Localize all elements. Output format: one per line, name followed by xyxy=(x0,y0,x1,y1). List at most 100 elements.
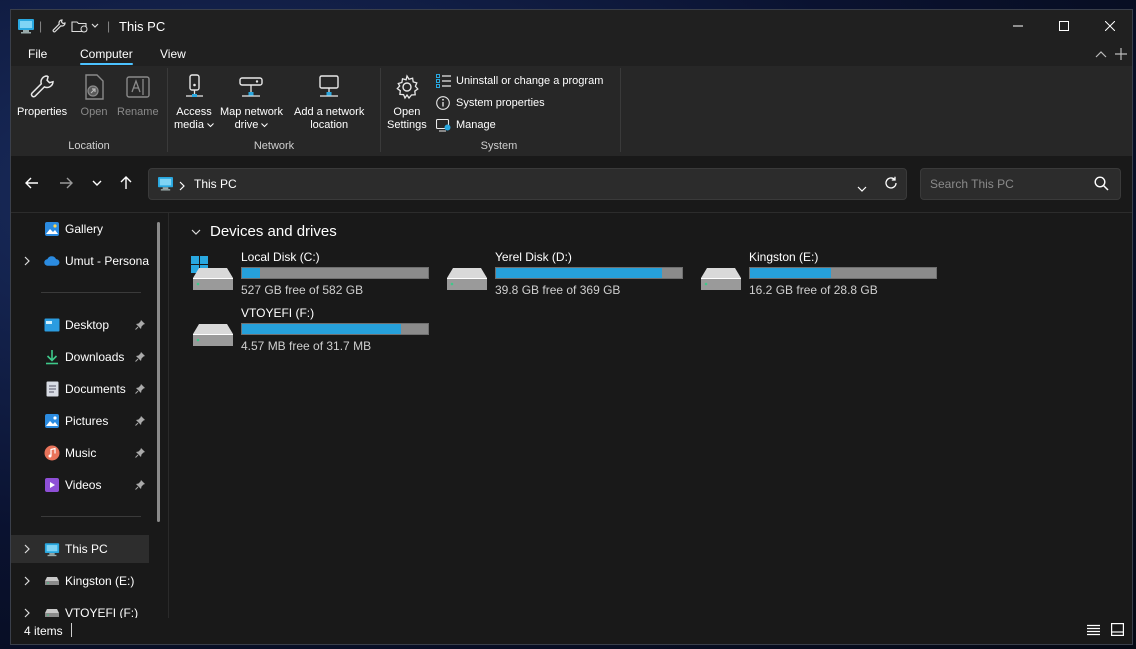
sidebar-item-gallery[interactable]: Gallery xyxy=(11,215,149,243)
map-network-drive-button[interactable]: Map network drive xyxy=(220,72,283,132)
recent-locations-button[interactable] xyxy=(82,168,112,198)
drive-tile[interactable]: Local Disk (C:) 527 GB free of 582 GB xyxy=(191,250,441,298)
chevron-right-icon[interactable] xyxy=(21,256,33,266)
system-properties-label: System properties xyxy=(456,97,545,109)
sidebar-item-music[interactable]: Music xyxy=(11,439,149,467)
search-icon[interactable] xyxy=(1094,176,1109,196)
media-device-icon xyxy=(179,72,209,102)
menu-view[interactable]: View xyxy=(160,42,186,66)
rename-button[interactable]: Rename xyxy=(117,72,159,119)
tiles-view-button[interactable] xyxy=(1111,623,1125,639)
sidebar-item-documents[interactable]: Documents xyxy=(11,375,149,403)
chevron-right-icon[interactable] xyxy=(21,544,33,554)
open-button[interactable]: Open xyxy=(79,72,109,119)
document-icon xyxy=(44,381,60,397)
manage-button[interactable]: Manage xyxy=(435,116,496,134)
search-placeholder: Search This PC xyxy=(930,177,1014,191)
drive-usage-bar xyxy=(241,323,429,335)
sidebar-item-kingston[interactable]: Kingston (E:) xyxy=(11,567,149,595)
sidebar-divider xyxy=(41,516,141,517)
drive-tile[interactable]: Kingston (E:) 16.2 GB free of 28.8 GB xyxy=(699,250,949,298)
up-button[interactable] xyxy=(111,168,141,198)
add-location-label-1: Add a network xyxy=(294,106,365,118)
manage-label: Manage xyxy=(456,119,496,131)
properties-button[interactable]: Properties xyxy=(17,72,67,119)
program-list-icon xyxy=(435,73,451,89)
address-bar[interactable]: This PC xyxy=(148,168,907,200)
help-plus-icon[interactable] xyxy=(1115,42,1127,66)
add-network-location-button[interactable]: Add a network location xyxy=(294,72,364,132)
drive-free-space: 39.8 GB free of 369 GB xyxy=(495,283,621,297)
minimize-icon xyxy=(1013,25,1023,27)
rename-label: Rename xyxy=(117,106,159,118)
close-icon xyxy=(1105,21,1115,31)
minimize-button[interactable] xyxy=(995,10,1041,42)
pin-icon xyxy=(135,448,145,458)
breadcrumb-chevron-icon[interactable] xyxy=(179,178,185,196)
forward-button[interactable] xyxy=(51,168,81,198)
sidebar-item-onedrive[interactable]: Umut - Persona xyxy=(11,247,149,275)
arrow-up-icon xyxy=(120,176,132,189)
sidebar-item-downloads[interactable]: Downloads xyxy=(11,343,149,371)
manage-icon xyxy=(435,117,451,133)
arrow-left-icon xyxy=(25,177,38,189)
drive-usage-fill xyxy=(242,268,260,278)
back-button[interactable] xyxy=(17,168,47,198)
sidebar-item-desktop[interactable]: Desktop xyxy=(11,311,149,339)
chevron-down-icon xyxy=(207,123,214,128)
details-view-button[interactable] xyxy=(1087,624,1100,639)
collapse-ribbon-icon[interactable] xyxy=(1095,42,1107,66)
close-button[interactable] xyxy=(1087,10,1133,42)
open-settings-label-2: Settings xyxy=(387,119,427,131)
refresh-button[interactable] xyxy=(884,176,898,195)
status-separator xyxy=(71,623,72,637)
sidebar-item-label: Umut - Persona xyxy=(65,254,150,268)
address-history-button[interactable] xyxy=(857,179,867,197)
sidebar-item-this-pc[interactable]: This PC xyxy=(11,535,149,563)
sidebar-item-videos[interactable]: Videos xyxy=(11,471,149,499)
uninstall-program-button[interactable]: Uninstall or change a program xyxy=(435,72,603,90)
sidebar-item-label: VTOYEFI (F:) xyxy=(65,606,139,618)
pin-icon xyxy=(135,480,145,490)
search-box[interactable]: Search This PC xyxy=(920,168,1121,200)
navigation-bar: This PC Search This PC xyxy=(11,156,1132,213)
this-pc-icon xyxy=(44,541,60,557)
drive-name: Kingston (E:) xyxy=(749,250,819,264)
customize-qat-icon[interactable] xyxy=(91,10,99,42)
menu-file[interactable]: File xyxy=(28,42,47,66)
arrow-right-icon xyxy=(60,177,73,189)
menu-computer[interactable]: Computer xyxy=(80,42,133,66)
drive-tile[interactable]: VTOYEFI (F:) 4.57 MB free of 31.7 MB xyxy=(191,306,441,354)
ribbon: Properties Open Rename Location Access m… xyxy=(11,66,1132,157)
window-title: This PC xyxy=(119,18,166,34)
system-drive-icon xyxy=(191,256,233,290)
access-media-button[interactable]: Access media xyxy=(174,72,214,132)
system-properties-button[interactable]: System properties xyxy=(435,94,545,112)
access-media-label-2: media xyxy=(174,119,204,131)
usb-drive-icon xyxy=(44,573,60,589)
pin-icon xyxy=(135,384,145,394)
maximize-button[interactable] xyxy=(1041,10,1087,42)
drive-tile[interactable]: Yerel Disk (D:) 39.8 GB free of 369 GB xyxy=(445,250,695,298)
properties-quick-icon[interactable] xyxy=(51,10,67,42)
sidebar-item-pictures[interactable]: Pictures xyxy=(11,407,149,435)
new-folder-quick-icon[interactable] xyxy=(71,10,89,42)
ribbon-separator xyxy=(620,68,621,152)
sidebar-scrollbar[interactable] xyxy=(157,222,160,522)
info-icon xyxy=(435,95,451,111)
open-icon xyxy=(79,72,109,102)
drive-usage-fill xyxy=(750,268,832,278)
pictures-icon xyxy=(44,413,60,429)
navigation-pane: Gallery Umut - Persona Desktop Downloads xyxy=(11,213,159,618)
chevron-right-icon[interactable] xyxy=(21,608,33,618)
devices-drives-header[interactable]: Devices and drives xyxy=(191,223,337,240)
chevron-right-icon[interactable] xyxy=(21,576,33,586)
chevron-down-icon xyxy=(261,123,269,128)
open-settings-button[interactable]: Open Settings xyxy=(387,72,427,132)
pin-icon xyxy=(135,352,145,362)
breadcrumb-this-pc[interactable]: This PC xyxy=(194,177,237,191)
sidebar-item-label: This PC xyxy=(65,542,108,556)
this-pc-icon xyxy=(157,176,174,196)
drive-free-space: 527 GB free of 582 GB xyxy=(241,283,364,297)
sidebar-item-vtoyefi[interactable]: VTOYEFI (F:) xyxy=(11,599,149,618)
